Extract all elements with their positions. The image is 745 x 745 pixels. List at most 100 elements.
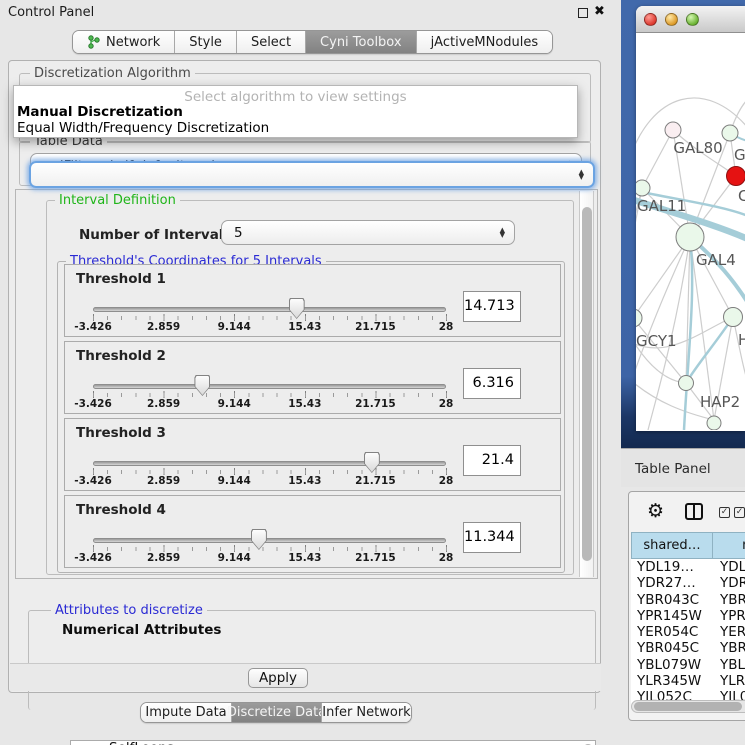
- close-traffic-light-icon[interactable]: [644, 13, 657, 26]
- table-row[interactable]: YBR045CYBR0: [631, 640, 745, 656]
- node-label-gal80: GAL80: [673, 139, 722, 157]
- network-desktop: GAL80 GA C GAL11 GAL4 GCY1 H HAP2: [621, 0, 745, 448]
- table-row[interactable]: YER054CYER0: [631, 624, 745, 640]
- tab-infer-network[interactable]: Infer Network: [321, 703, 411, 722]
- threshold-value-field[interactable]: 6.316: [463, 368, 521, 399]
- combo-arrows-icon: ▲▼: [579, 170, 584, 180]
- close-icon[interactable]: ✖: [594, 4, 605, 19]
- tick-label: 28: [439, 475, 454, 487]
- algorithm-option-manual[interactable]: Manual Discretization: [14, 105, 577, 121]
- tick-label: 21.715: [355, 398, 396, 410]
- tab-jactivemnodules[interactable]: jActiveMNodules: [416, 31, 553, 53]
- tab-network[interactable]: Network: [73, 31, 174, 53]
- threshold-slider-track[interactable]: [93, 538, 446, 543]
- settings-scrollbar-track[interactable]: [579, 191, 594, 577]
- table-row[interactable]: YDR27…YDR2: [631, 575, 745, 591]
- tick-label: 15.43: [288, 552, 321, 564]
- tick-label: 15.43: [288, 321, 321, 333]
- threshold-value-field[interactable]: 11.344: [463, 522, 521, 553]
- threshold-label: Threshold 4: [76, 502, 166, 518]
- tick-label: -3.426: [74, 398, 112, 410]
- table-hscrollbar-track[interactable]: [631, 700, 745, 713]
- apply-button[interactable]: Apply: [248, 668, 308, 688]
- network-window-titlebar[interactable]: [636, 6, 745, 33]
- threshold-slider-track[interactable]: [93, 307, 446, 312]
- table-row[interactable]: YLR345WYLR3: [631, 673, 745, 689]
- threshold-label: Threshold 3: [76, 425, 166, 441]
- threshold-row: Threshold 2 -3.426 2.859 9.144 15.43 21.…: [64, 341, 561, 414]
- attributes-group-label: Attributes to discretize: [51, 603, 207, 618]
- checkbox-icon[interactable]: ✓: [719, 507, 730, 518]
- tick-label: 28: [439, 552, 454, 564]
- column-header-name[interactable]: name: [713, 532, 745, 559]
- threshold-row: Threshold 1 -3.426 2.859 9.144 15.43 21.…: [64, 264, 561, 337]
- tick-label: -3.426: [74, 552, 112, 564]
- algorithm-combobox[interactable]: ▲▼: [29, 161, 595, 188]
- threshold-value-field[interactable]: 21.4: [463, 445, 521, 476]
- tab-cyni-toolbox[interactable]: Cyni Toolbox: [305, 31, 416, 53]
- node-gcy1[interactable]: [636, 309, 642, 327]
- network-tab-icon: [87, 35, 100, 49]
- node-label-gcy1: GCY1: [636, 332, 677, 350]
- threshold-label: Threshold 2: [76, 348, 166, 364]
- table-hscrollbar-thumb[interactable]: [634, 702, 742, 711]
- table-row[interactable]: YDL19…YDL1: [631, 559, 745, 575]
- node-right-low[interactable]: [724, 308, 743, 327]
- node-label-right-top: GA: [734, 146, 745, 164]
- numerical-attributes-list[interactable]: SelfLoops TopologicalCoefficient Between…: [70, 740, 596, 745]
- numerical-attributes-label: Numerical Attributes: [62, 622, 221, 638]
- tick-label: 28: [439, 398, 454, 410]
- node-bottom[interactable]: [707, 416, 721, 430]
- zoom-traffic-light-icon[interactable]: [686, 13, 699, 26]
- node-selected-red[interactable]: [727, 167, 745, 186]
- table-panel-titlebar: Table Panel: [621, 448, 745, 487]
- node-gal80[interactable]: [665, 122, 681, 138]
- node-label-gal11: GAL11: [637, 197, 686, 215]
- number-of-intervals-combobox[interactable]: 5 ▲▼: [221, 220, 515, 245]
- cyni-bottom-tab-bar: Impute Data Discretize Data Infer Networ…: [140, 702, 412, 723]
- node-gal11[interactable]: [636, 180, 650, 196]
- control-panel-title: Control Panel: [8, 5, 94, 20]
- threshold-value-field[interactable]: 14.713: [463, 291, 521, 322]
- tick-label: 21.715: [355, 475, 396, 487]
- tick-label: 2.859: [147, 475, 180, 487]
- tick-label: 28: [439, 321, 454, 333]
- table-row[interactable]: YPR145WYPR1: [631, 608, 745, 624]
- minimize-traffic-light-icon[interactable]: [665, 13, 678, 26]
- settings-scrollbar-thumb[interactable]: [582, 207, 592, 561]
- threshold-label: Threshold 1: [76, 271, 166, 287]
- threshold-row: Threshold 4 -3.426 2.859 9.144 15.43 21.…: [64, 495, 561, 568]
- checkbox-icon[interactable]: ✓: [734, 507, 745, 518]
- interval-definition-group-label: Interval Definition: [55, 193, 180, 208]
- table-row[interactable]: YBR043CYBR0: [631, 592, 745, 608]
- threshold-slider-track[interactable]: [93, 461, 446, 466]
- discretization-algorithm-group-label: Discretization Algorithm: [30, 66, 195, 81]
- algorithm-option-equal-width[interactable]: Equal Width/Frequency Discretization: [14, 121, 577, 137]
- tab-impute-data[interactable]: Impute Data: [141, 703, 231, 722]
- node-right-top[interactable]: [722, 125, 738, 141]
- tick-label: 2.859: [147, 398, 180, 410]
- float-window-icon[interactable]: [578, 8, 588, 18]
- threshold-slider-track[interactable]: [93, 384, 446, 389]
- column-header-shared-name[interactable]: shared…: [631, 532, 713, 559]
- network-canvas[interactable]: GAL80 GA C GAL11 GAL4 GCY1 H HAP2: [636, 33, 745, 430]
- table-row[interactable]: YBL079WYBL0: [631, 657, 745, 673]
- slider-minor-ticks: [93, 470, 447, 474]
- gear-icon[interactable]: ⚙: [647, 502, 664, 521]
- tab-network-label: Network: [106, 35, 160, 50]
- tick-label: 2.859: [147, 321, 180, 333]
- tick-label: 9.144: [218, 475, 251, 487]
- node-label-gal4: GAL4: [696, 251, 736, 269]
- slider-minor-ticks: [93, 316, 447, 320]
- tab-discretize-data[interactable]: Discretize Data: [231, 703, 321, 722]
- node-hap2[interactable]: [679, 376, 694, 391]
- column-layout-icon[interactable]: [685, 503, 703, 520]
- node-gal4[interactable]: [676, 223, 704, 251]
- node-table: shared… name YDL19…YDL1 YDR27…YDR2 YBR04…: [631, 532, 745, 706]
- number-of-intervals-label: Number of Intervals: [79, 227, 231, 243]
- settings-scroll-region: Interval Definition Number of Intervals …: [15, 189, 598, 579]
- tab-select[interactable]: Select: [236, 31, 305, 53]
- tab-style[interactable]: Style: [174, 31, 236, 53]
- number-of-intervals-value: 5: [234, 225, 243, 241]
- list-item[interactable]: SelfLoops: [71, 741, 595, 745]
